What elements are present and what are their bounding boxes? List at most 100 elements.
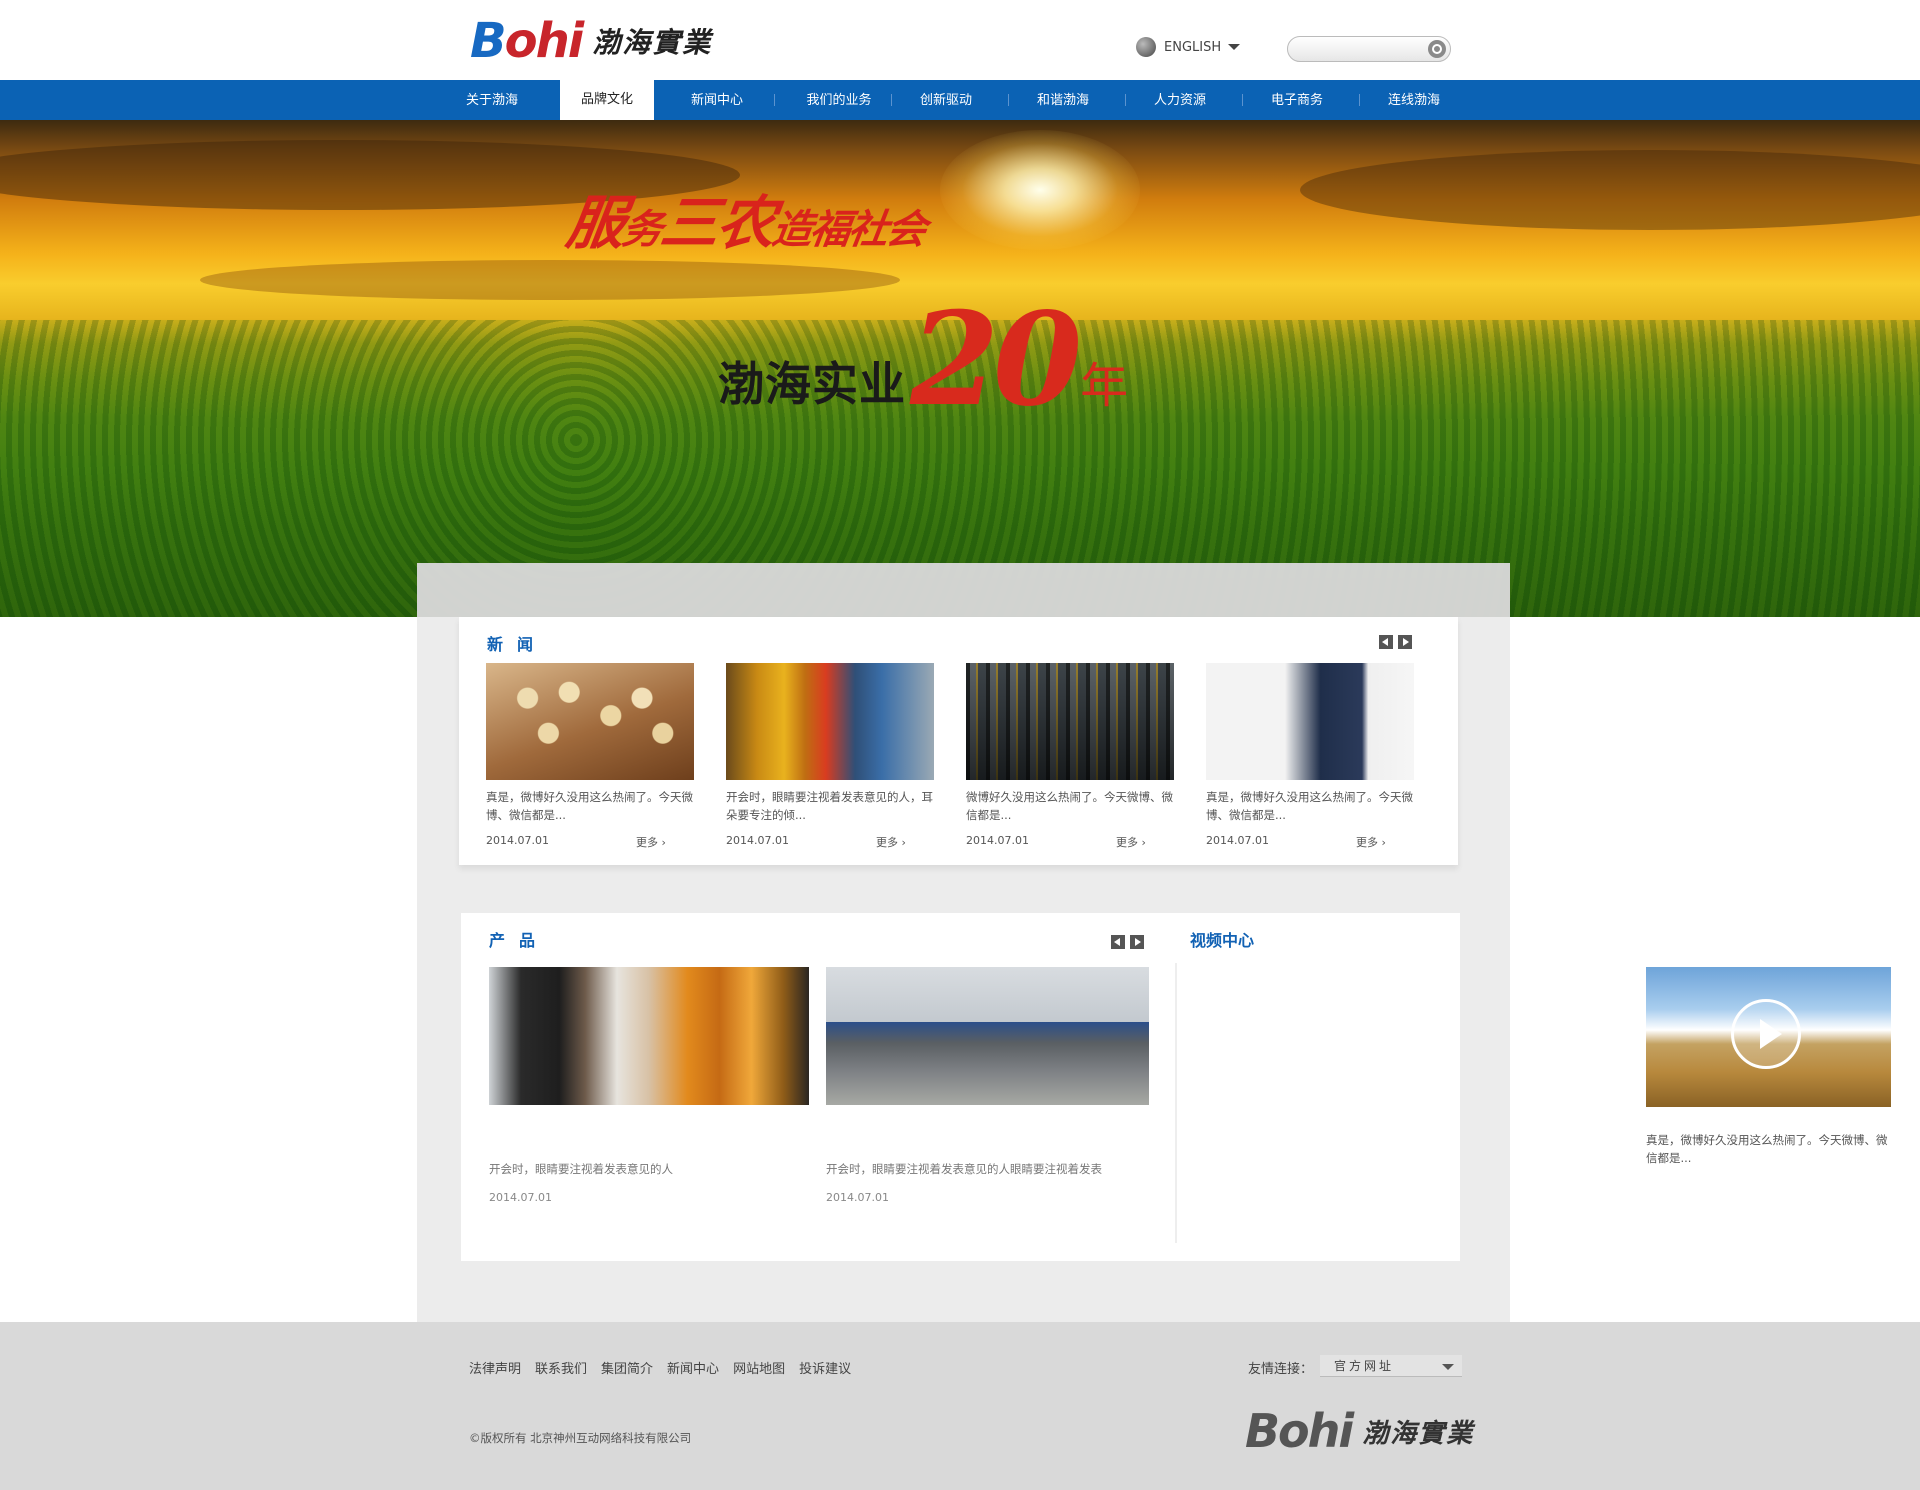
video-text[interactable]: 真是，微博好久没用这么热闹了。今天微博、微信都是... <box>1646 1131 1891 1167</box>
prev-arrow-icon[interactable] <box>1379 635 1393 649</box>
product-image[interactable] <box>826 967 1149 1105</box>
banner-years-unit: 年 <box>1080 358 1129 414</box>
news-image[interactable] <box>1206 663 1414 780</box>
nav-item[interactable]: 我们的业务 <box>794 80 884 120</box>
nav-separator <box>1242 94 1243 106</box>
nav-separator <box>1125 94 1126 106</box>
chevron-down-icon <box>1228 44 1241 50</box>
globe-icon <box>1136 37 1156 57</box>
more-link[interactable]: 更多 › <box>1356 834 1386 850</box>
language-label: ENGLISH <box>1164 39 1222 55</box>
news-image[interactable] <box>966 663 1174 780</box>
product-date: 2014.07.01 <box>489 1191 552 1204</box>
more-link[interactable]: 更多 › <box>876 834 906 850</box>
news-meta: 2014.07.01 更多 › <box>486 834 694 850</box>
video-card: 真是，微博好久没用这么热闹了。今天微博、微信都是... <box>1646 967 1891 1167</box>
product-date: 2014.07.01 <box>826 1191 889 1204</box>
product-card[interactable]: 开会时，眼睛要注视着发表意见的人 2014.07.01 <box>489 967 809 1204</box>
footer-link[interactable]: 集团简介 <box>601 1358 653 1377</box>
news-date: 2014.07.01 <box>486 834 549 847</box>
friend-links-label: 友情连接： <box>1248 1362 1314 1377</box>
next-arrow-icon[interactable] <box>1398 635 1412 649</box>
product-text[interactable]: 开会时，眼睛要注视着发表意见的人眼睛要注视着发表 <box>826 1161 1149 1177</box>
nav-separator <box>1008 94 1009 106</box>
footer-logo: Bohi 渤海實業 <box>1245 1404 1474 1458</box>
logo-latin: Bohi <box>470 13 584 69</box>
footer-link[interactable]: 新闻中心 <box>667 1358 719 1377</box>
nav-item[interactable]: 关于渤海 <box>462 80 522 120</box>
nav-item[interactable]: 品牌文化 <box>560 80 654 123</box>
next-arrow-icon[interactable] <box>1130 935 1144 949</box>
news-card[interactable]: 真是，微博好久没用这么热闹了。今天微博、微信都是... 2014.07.01 更多 … <box>1206 663 1414 850</box>
news-text[interactable]: 开会时，眼睛要注视着发表意见的人，耳朵要专注的倾... <box>726 788 934 824</box>
main-nav: 关于渤海 品牌文化 新闻中心 我们的业务 创新驱动 和谐渤海 人力资源 电子商务 连线渤海 <box>0 80 1920 123</box>
news-date: 2014.07.01 <box>726 834 789 847</box>
nav-item[interactable]: 电子商务 <box>1262 80 1332 120</box>
search-box <box>1287 36 1451 62</box>
product-section: 产品 开会时，眼睛要注视着发表意见的人 2014.07.01 开会时，眼睛要注视… <box>461 913 1891 1261</box>
product-card[interactable]: 开会时，眼睛要注视着发表意见的人眼睛要注视着发表 2014.07.01 <box>826 967 1149 1204</box>
nav-separator <box>1359 94 1360 106</box>
nav-separator <box>891 94 892 106</box>
news-card[interactable]: 微博好久没用这么热闹了。今天微博、微信都是... 2014.07.01 更多 › <box>966 663 1174 850</box>
search-input[interactable] <box>1298 40 1416 58</box>
hero-banner: 服务三农造福社会 渤海实业 20 年 <box>0 120 1920 617</box>
footer-links: 法律声明 联系我们 集团简介 新闻中心 网站地图 投诉建议 <box>469 1358 851 1377</box>
banner-cloud <box>200 260 900 300</box>
news-meta: 2014.07.01 更多 › <box>726 834 934 850</box>
nav-item[interactable]: 人力资源 <box>1145 80 1215 120</box>
news-meta: 2014.07.01 更多 › <box>1206 834 1414 850</box>
news-carousel-controls <box>1379 635 1412 649</box>
news-text[interactable]: 微博好久没用这么热闹了。今天微博、微信都是... <box>966 788 1174 824</box>
footer-link[interactable]: 联系我们 <box>535 1358 587 1377</box>
footer-link[interactable]: 投诉建议 <box>799 1358 851 1377</box>
nav-item[interactable]: 新闻中心 <box>677 80 757 120</box>
header: Bohi 渤海實業 ENGLISH <box>0 0 1920 80</box>
footer-logo-chinese: 渤海實業 <box>1362 1418 1475 1449</box>
chevron-down-icon <box>1442 1364 1454 1370</box>
slogan-part: 造福社会 <box>769 206 928 253</box>
slogan-part: 三农 <box>656 189 779 257</box>
product-image[interactable] <box>489 967 809 1105</box>
nav-item[interactable]: 连线渤海 <box>1379 80 1449 120</box>
product-text[interactable]: 开会时，眼睛要注视着发表意见的人 <box>489 1161 809 1177</box>
news-image[interactable] <box>486 663 694 780</box>
footer-link[interactable]: 法律声明 <box>469 1358 521 1377</box>
logo-chinese: 渤海實業 <box>592 26 713 59</box>
play-icon[interactable] <box>1731 999 1801 1069</box>
banner-cloud <box>1300 150 1920 230</box>
news-text[interactable]: 真是，微博好久没用这么热闹了。今天微博、微信都是... <box>1206 788 1414 824</box>
footer-logo-latin: Bohi <box>1245 1404 1354 1458</box>
footer: 法律声明 联系我们 集团简介 新闻中心 网站地图 投诉建议 友情连接： 官方网址 ©版权所… <box>0 1322 1920 1490</box>
friend-links-select[interactable]: 官方网址 <box>1320 1355 1462 1377</box>
video-title: 视频中心 <box>1190 931 1255 950</box>
news-title: 新闻 <box>487 635 548 654</box>
nav-separator <box>774 94 775 106</box>
prev-arrow-icon[interactable] <box>1111 935 1125 949</box>
friend-links-selected: 官方网址 <box>1334 1359 1395 1373</box>
video-thumbnail[interactable] <box>1646 967 1891 1107</box>
news-text[interactable]: 真是，微博好久没用这么热闹了。今天微博、微信都是... <box>486 788 694 824</box>
banner-years-number: 20 <box>910 285 1082 435</box>
slogan-part: 服 <box>562 189 629 257</box>
language-switcher[interactable]: ENGLISH <box>1136 37 1241 57</box>
banner-sun <box>940 130 1140 250</box>
more-link[interactable]: 更多 › <box>1116 834 1146 850</box>
banner-slogan: 服务三农造福社会 <box>562 176 932 260</box>
news-date: 2014.07.01 <box>1206 834 1269 847</box>
banner-company: 渤海实业 <box>718 357 906 411</box>
news-date: 2014.07.01 <box>966 834 1029 847</box>
banner-anniversary: 渤海实业 20 年 <box>718 285 1129 435</box>
news-image[interactable] <box>726 663 934 780</box>
section-divider <box>1175 963 1177 1243</box>
news-card[interactable]: 真是，微博好久没用这么热闹了。今天微博、微信都是... 2014.07.01 更多 … <box>486 663 694 850</box>
more-link[interactable]: 更多 › <box>636 834 666 850</box>
panel-fade <box>417 563 1510 617</box>
nav-item[interactable]: 创新驱动 <box>911 80 981 120</box>
news-card[interactable]: 开会时，眼睛要注视着发表意见的人，耳朵要专注的倾... 2014.07.01 更多 … <box>726 663 934 850</box>
logo[interactable]: Bohi 渤海實業 <box>470 13 713 69</box>
product-title: 产品 <box>489 931 550 950</box>
nav-item[interactable]: 和谐渤海 <box>1028 80 1098 120</box>
footer-link[interactable]: 网站地图 <box>733 1358 785 1377</box>
search-icon[interactable] <box>1428 40 1446 58</box>
